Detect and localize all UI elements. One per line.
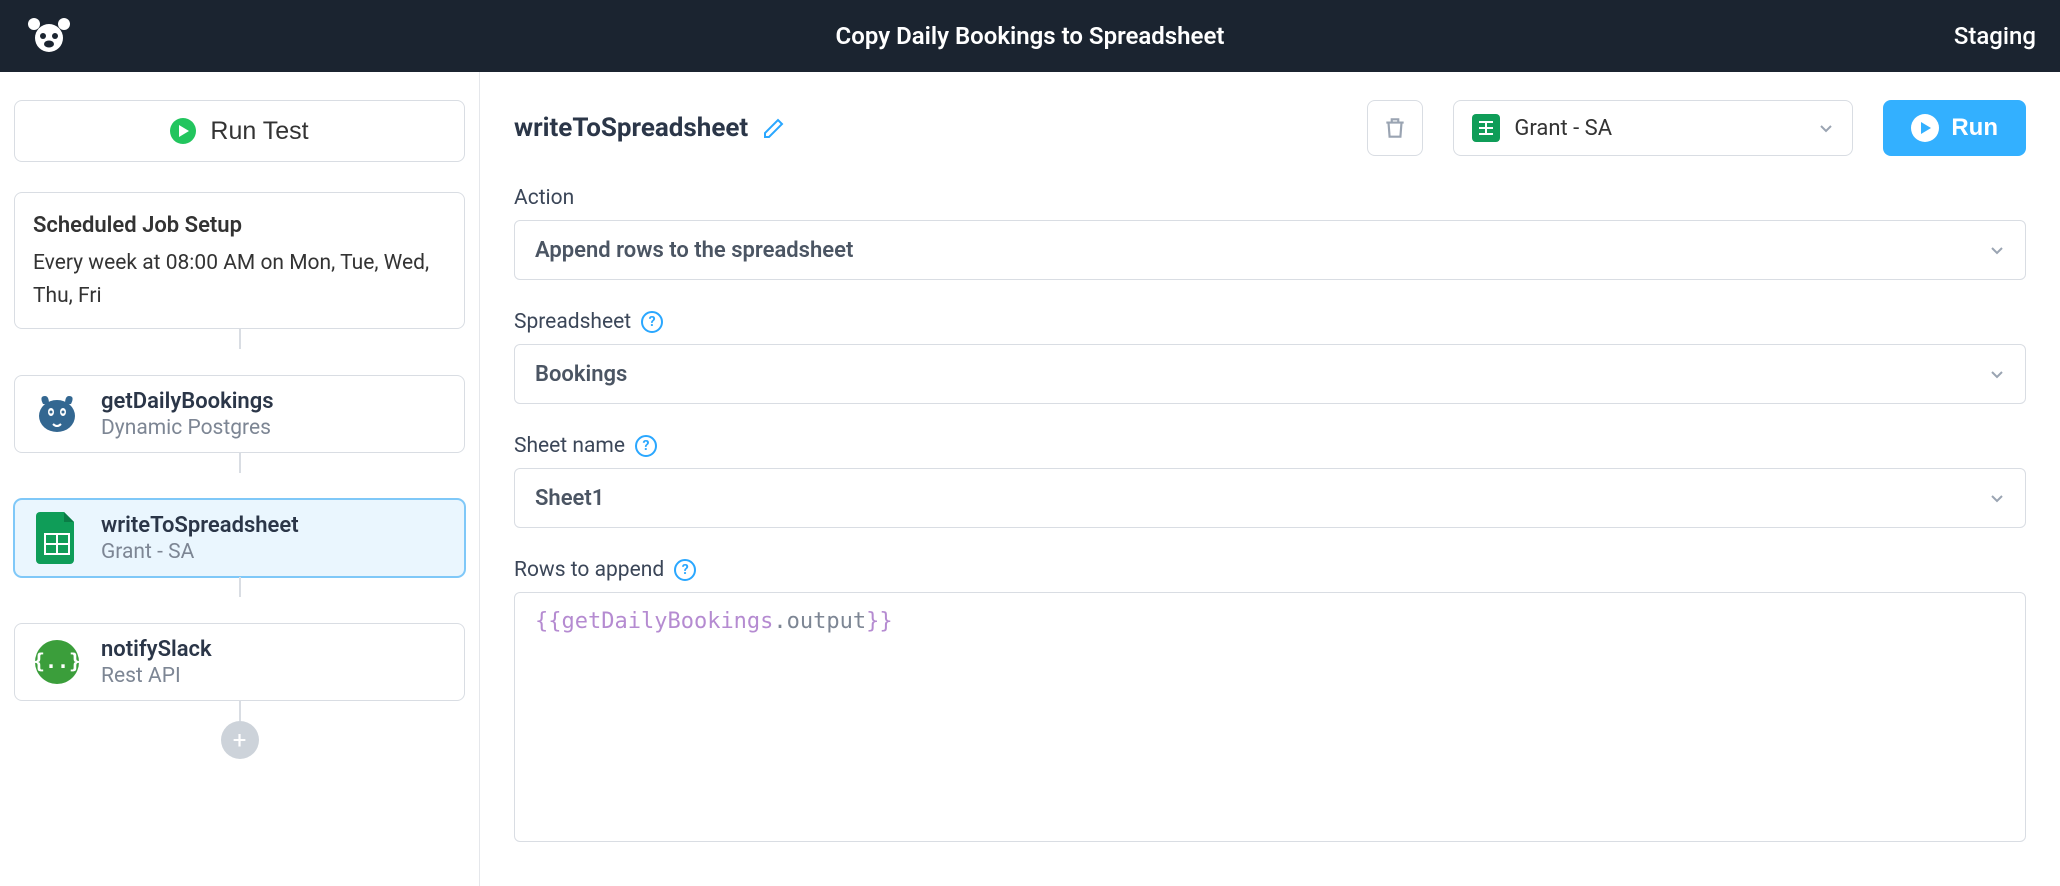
postgres-icon — [31, 388, 83, 440]
svg-text:{..}: {..} — [33, 649, 81, 673]
add-step-button[interactable]: + — [221, 721, 259, 759]
sheets-icon — [31, 512, 83, 564]
connector-line — [239, 577, 241, 597]
sheetname-select[interactable]: Sheet1 — [514, 468, 2026, 528]
scheduled-title: Scheduled Job Setup — [33, 209, 446, 243]
step-notifyslack[interactable]: {..} notifySlack Rest API — [14, 623, 465, 701]
help-icon[interactable]: ? — [635, 435, 657, 457]
workflow-title: Copy Daily Bookings to Spreadsheet — [0, 22, 2060, 50]
scheduled-job-card[interactable]: Scheduled Job Setup Every week at 08:00 … — [14, 192, 465, 329]
step-sub: Grant - SA — [101, 540, 299, 564]
help-icon[interactable]: ? — [641, 311, 663, 333]
run-test-label: Run Test — [210, 117, 308, 146]
run-button[interactable]: Run — [1883, 100, 2026, 156]
sidebar: Run Test Scheduled Job Setup Every week … — [0, 72, 480, 886]
delete-button[interactable] — [1367, 100, 1423, 156]
chevron-down-icon — [1989, 242, 2005, 258]
trash-icon — [1382, 115, 1408, 141]
connector-line — [239, 329, 241, 349]
spreadsheet-label: Spreadsheet ? — [514, 310, 2026, 334]
run-test-button[interactable]: Run Test — [14, 100, 465, 162]
connection-select[interactable]: Grant - SA — [1453, 100, 1853, 156]
app-logo[interactable] — [24, 16, 74, 56]
chevron-down-icon — [1989, 490, 2005, 506]
spreadsheet-value: Bookings — [535, 362, 627, 387]
step-name: writeToSpreadsheet — [101, 513, 299, 538]
edit-name-icon[interactable] — [762, 116, 786, 140]
environment-badge[interactable]: Staging — [1954, 22, 2036, 50]
help-icon[interactable]: ? — [674, 559, 696, 581]
sheetname-value: Sheet1 — [535, 486, 604, 511]
step-sub: Dynamic Postgres — [101, 416, 274, 440]
connection-label: Grant - SA — [1514, 116, 1612, 141]
run-label: Run — [1951, 114, 1998, 142]
play-icon — [1911, 114, 1939, 142]
action-value: Append rows to the spreadsheet — [535, 238, 853, 263]
action-select[interactable]: Append rows to the spreadsheet — [514, 220, 2026, 280]
app-header: Copy Daily Bookings to Spreadsheet Stagi… — [0, 0, 2060, 72]
panel-title: writeToSpreadsheet — [514, 113, 748, 143]
connector-line — [239, 701, 241, 721]
sheetname-label: Sheet name ? — [514, 434, 2026, 458]
step-name: getDailyBookings — [101, 389, 274, 414]
rows-code-input[interactable]: {{getDailyBookings.output}} — [514, 592, 2026, 842]
step-config-panel: writeToSpreadsheet Grant - SA — [480, 72, 2060, 886]
chevron-down-icon — [1818, 120, 1834, 136]
step-sub: Rest API — [101, 664, 212, 688]
chevron-down-icon — [1989, 366, 2005, 382]
action-label: Action — [514, 186, 2026, 210]
step-writetospreadsheet[interactable]: writeToSpreadsheet Grant - SA — [14, 499, 465, 577]
rest-api-icon: {..} — [31, 636, 83, 688]
step-name: notifySlack — [101, 637, 212, 662]
play-icon — [170, 118, 196, 144]
spreadsheet-select[interactable]: Bookings — [514, 344, 2026, 404]
scheduled-desc: Every week at 08:00 AM on Mon, Tue, Wed,… — [33, 247, 446, 312]
sheets-icon — [1472, 114, 1500, 142]
connector-line — [239, 453, 241, 473]
step-getdailybookings[interactable]: getDailyBookings Dynamic Postgres — [14, 375, 465, 453]
rows-label: Rows to append ? — [514, 558, 2026, 582]
